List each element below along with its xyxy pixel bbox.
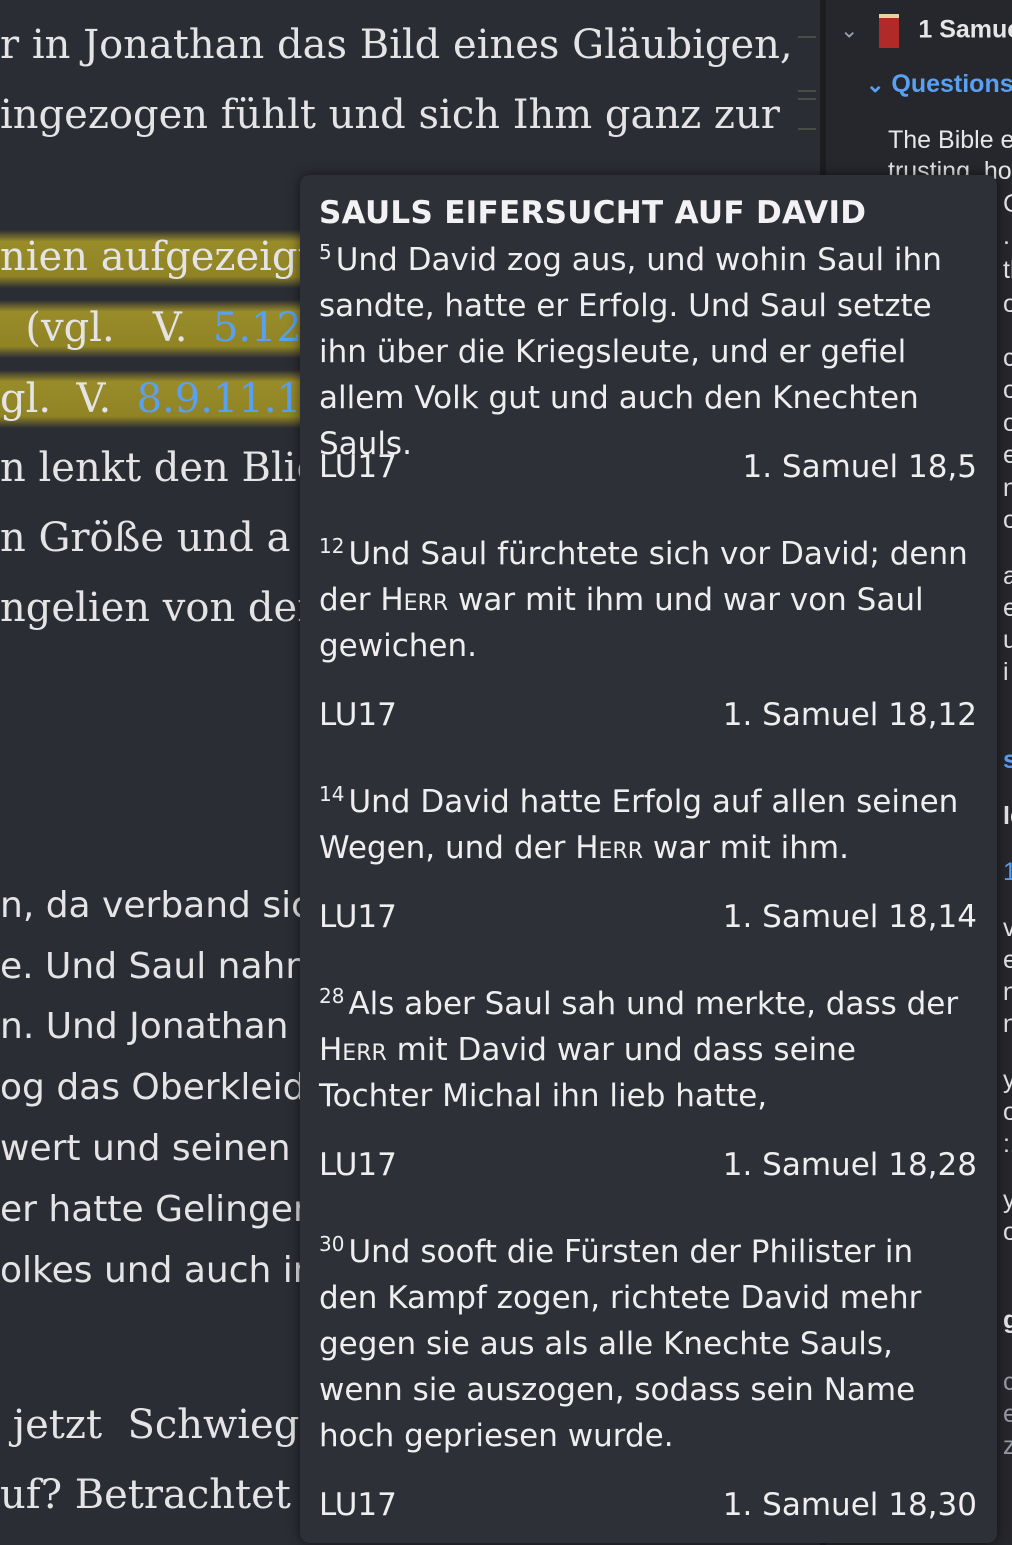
sidebar-link[interactable]: s xyxy=(1003,746,1012,775)
reader-text: (vgl. V. xyxy=(0,305,213,351)
chevron-down-icon[interactable]: ⌄ xyxy=(840,18,858,43)
sidebar-text: g xyxy=(1003,1306,1012,1335)
bible-version[interactable]: LU17 xyxy=(319,697,397,733)
reader-line: og das Oberkleid xyxy=(0,1067,306,1108)
lord-small-caps: Herr xyxy=(380,582,449,618)
reader-line: uf? Betrachtet e xyxy=(0,1472,328,1518)
reader-line: e. Und Saul nahm xyxy=(0,946,321,987)
reader-line: n Größe und a xyxy=(0,515,291,561)
popup-title: SAULS EIFERSUCHT AUF DAVID xyxy=(319,195,867,231)
sidebar-text: The Bible e xyxy=(888,126,1012,154)
verse-body: mit David war und dass seine Tochter Mic… xyxy=(319,1032,856,1114)
bible-version[interactable]: LU17 xyxy=(319,1147,397,1183)
sidebar-text: n? xyxy=(1003,1010,1012,1039)
verse-body: war mit ihm. xyxy=(643,830,849,866)
verse-number: 14 xyxy=(319,782,345,806)
lord-small-caps: Herr xyxy=(319,1032,387,1068)
sidebar-text: :1 xyxy=(1003,1130,1012,1158)
chevron-down-icon[interactable]: ⌄ xyxy=(866,72,884,97)
reader-line: olkes und auch in xyxy=(0,1250,316,1291)
verse-text: 12 Und Saul fürchtete sich vor David; den… xyxy=(319,531,979,669)
minimap-mark xyxy=(798,36,816,38)
verse-reference[interactable]: 1. Samuel 18,14 xyxy=(723,899,977,935)
reader-line: (vgl. V. 5.12 xyxy=(0,305,302,351)
book-tree-item[interactable]: ⌄ 1 Samuel xyxy=(840,14,1012,48)
verse-reference[interactable]: 1. Samuel 18,28 xyxy=(723,1147,977,1183)
sidebar-text: le xyxy=(1003,802,1012,830)
book-title: 1 Samuel xyxy=(918,15,1012,44)
sidebar-text: i xyxy=(1003,658,1009,686)
reader-line: jetzt Schwiege xyxy=(0,1402,323,1448)
sidebar-text: C xyxy=(1003,190,1012,219)
verse-reference[interactable]: 1. Samuel 18,30 xyxy=(723,1487,977,1523)
verse-meta: LU17 1. Samuel 18,14 xyxy=(319,899,977,935)
reader-line: nien aufgezeigt - xyxy=(0,234,340,280)
verse-meta: LU17 1. Samuel 18,12 xyxy=(319,697,977,733)
verse-number: 12 xyxy=(319,534,345,558)
verse-text: 14 Und David hatte Erfolg auf allen seine… xyxy=(319,779,979,871)
lord-small-caps: Herr xyxy=(575,830,643,866)
verse-body: Und sooft die Fürsten der Philister in d… xyxy=(319,1234,922,1454)
verse-number: 28 xyxy=(319,984,345,1008)
sidebar-text: . I xyxy=(1003,222,1012,250)
sidebar-text: yo xyxy=(1003,1066,1012,1095)
verse-meta: LU17 1. Samuel 18,5 xyxy=(319,449,977,485)
verse-number: 5 xyxy=(319,240,332,264)
reader-line: ngelien von den xyxy=(0,585,323,631)
verse-body: Als aber Saul sah und merkte, dass der xyxy=(348,986,959,1022)
reader-line: r in Jonathan das Bild eines Gläubigen, xyxy=(0,22,793,68)
sidebar-text: c xyxy=(1003,1368,1012,1397)
sidebar-text: a xyxy=(1003,562,1012,591)
bible-version[interactable]: LU17 xyxy=(319,899,397,935)
book-cover-icon xyxy=(879,14,900,48)
minimap-mark xyxy=(798,98,816,100)
sidebar-text: yo xyxy=(1003,1186,1012,1215)
sidebar-text: ou xyxy=(1003,376,1012,405)
sidebar-text: th xyxy=(1003,256,1012,284)
sidebar-link[interactable]: 18 xyxy=(1003,858,1012,887)
sidebar-text: o xyxy=(1003,1098,1012,1127)
reader-line: n. Und Jonathan u xyxy=(0,1006,323,1047)
reader-line: er hatte Gelingen; xyxy=(0,1189,328,1230)
sidebar-text: e xyxy=(1003,1400,1012,1429)
bible-version[interactable]: LU17 xyxy=(319,449,397,485)
verse-number: 30 xyxy=(319,1232,345,1256)
verse-body: Und David zog aus, und wohin Saul ihn sa… xyxy=(319,242,942,462)
reader-line: ingezogen fühlt und sich Ihm ganz zur xyxy=(0,92,780,138)
sidebar-text: e xyxy=(1003,441,1012,470)
sidebar-text: ve xyxy=(1003,914,1012,943)
sidebar-text: o? xyxy=(1003,290,1012,319)
questions-tree-item[interactable]: ⌄ Questions xyxy=(866,70,1012,99)
sidebar-text: o? xyxy=(1003,1218,1012,1247)
sidebar-text: ni xyxy=(1003,474,1012,503)
reader-line: wert und seinen xyxy=(0,1128,291,1169)
reader-line: n lenkt den Blic xyxy=(0,445,319,491)
reader-line: n, da verband sic xyxy=(0,885,311,926)
verse-meta: LU17 1. Samuel 18,30 xyxy=(319,1487,977,1523)
questions-label: Questions xyxy=(891,70,1012,98)
verse-text: 30 Und sooft die Fürsten der Philister in… xyxy=(319,1229,979,1459)
verse-text: 5 Und David zog aus, und wohin Saul ihn s… xyxy=(319,237,979,467)
sidebar-text: c xyxy=(1003,344,1012,373)
verse-text: 28 Als aber Saul sah und merkte, dass der… xyxy=(319,981,979,1119)
sidebar-text: nt xyxy=(1003,978,1012,1007)
verse-preview-popup[interactable]: SAULS EIFERSUCHT AUF DAVID 5 Und David zo… xyxy=(300,175,997,1543)
sidebar-text: ei xyxy=(1003,594,1012,623)
sidebar-text: z xyxy=(1003,1432,1012,1461)
sidebar-text: ed xyxy=(1003,946,1012,975)
minimap-mark xyxy=(798,90,816,92)
verse-reference[interactable]: 1. Samuel 18,12 xyxy=(723,697,977,733)
sidebar-text: ou xyxy=(1003,506,1012,535)
bible-version[interactable]: LU17 xyxy=(319,1487,397,1523)
minimap-mark xyxy=(798,128,816,130)
sidebar-text: ou xyxy=(1003,409,1012,438)
sidebar-text: u xyxy=(1003,626,1012,655)
verse-meta: LU17 1. Samuel 18,28 xyxy=(319,1147,977,1183)
verse-reference[interactable]: 1. Samuel 18,5 xyxy=(742,449,977,485)
reader-text: gl. V. xyxy=(0,376,137,422)
verse-reference-link[interactable]: 5.12 xyxy=(213,305,302,351)
